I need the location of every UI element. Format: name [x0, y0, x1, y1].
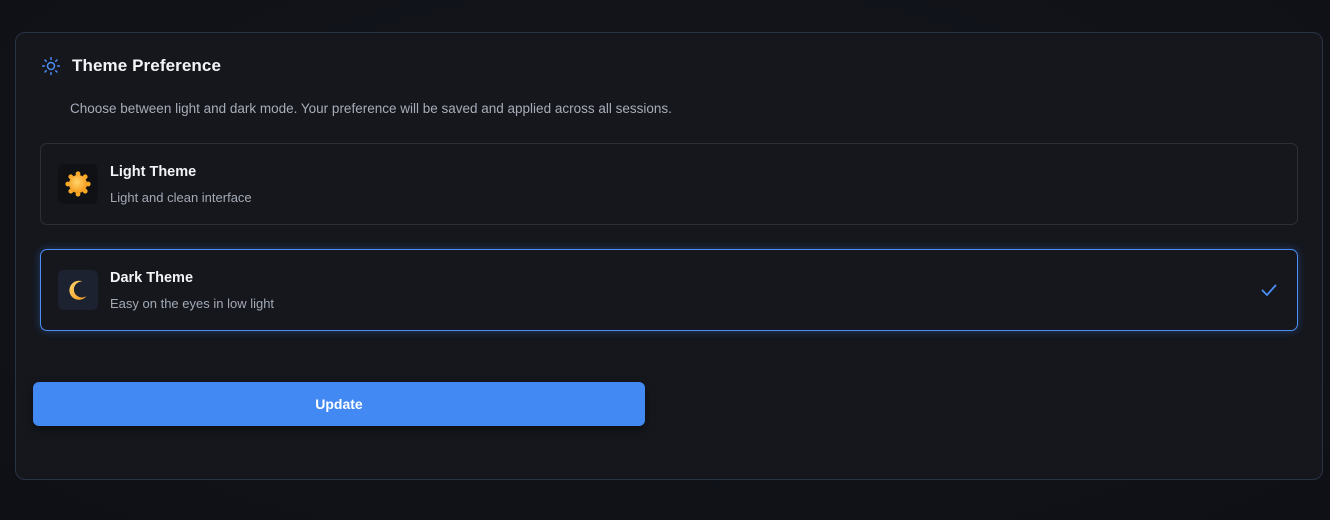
moon-icon — [58, 270, 98, 310]
dark-theme-option[interactable]: Dark Theme Easy on the eyes in low light — [40, 249, 1298, 331]
section-description: Choose between light and dark mode. Your… — [70, 101, 672, 116]
theme-preference-card: Theme Preference Choose between light an… — [15, 32, 1323, 480]
section-header: Theme Preference — [40, 55, 221, 77]
page: Theme Preference Choose between light an… — [0, 0, 1330, 520]
dark-theme-subtitle: Easy on the eyes in low light — [110, 296, 275, 311]
checkmark-icon — [1259, 280, 1279, 300]
light-theme-subtitle: Light and clean interface — [110, 190, 252, 205]
section-title: Theme Preference — [72, 56, 222, 75]
light-theme-option[interactable]: Light Theme Light and clean interface — [40, 143, 1298, 225]
sun-icon — [58, 164, 98, 204]
light-theme-title: Light Theme — [110, 164, 197, 180]
sun-outline-icon — [40, 55, 62, 77]
dark-theme-title: Dark Theme — [110, 270, 194, 286]
update-button[interactable]: Update — [33, 382, 645, 426]
